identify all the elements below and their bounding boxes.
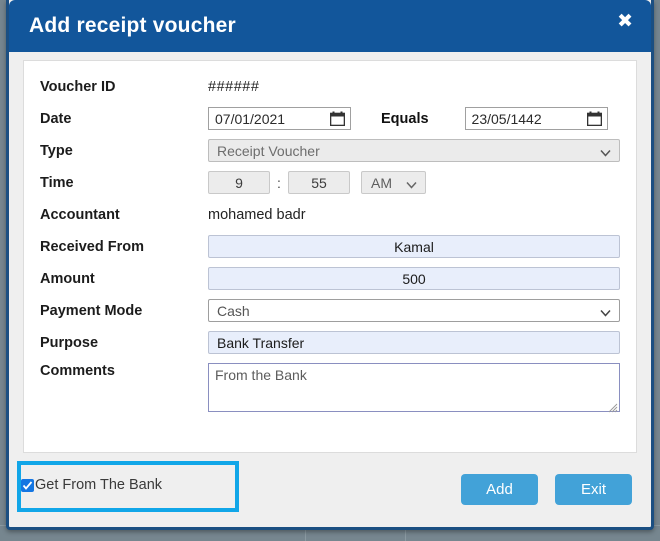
time-minute-input[interactable]: 55 <box>288 171 350 194</box>
payment-mode-value: Cash <box>217 302 250 319</box>
type-label: Type <box>40 142 73 159</box>
calendar-icon[interactable] <box>329 111 346 127</box>
type-select[interactable]: Receipt Voucher <box>208 139 620 162</box>
date-input-value: 07/01/2021 <box>215 110 286 127</box>
add-button[interactable]: Add <box>461 474 538 505</box>
type-select-value: Receipt Voucher <box>217 142 320 159</box>
comments-label: Comments <box>40 363 115 379</box>
payment-mode-label: Payment Mode <box>40 302 143 319</box>
date-input[interactable]: 07/01/2021 <box>208 107 351 130</box>
get-from-the-bank-label: Get From The Bank <box>35 477 163 493</box>
dialog-titlebar: Add receipt voucher ✖ <box>9 0 651 52</box>
received-from-label: Received From <box>40 238 144 255</box>
amount-label: Amount <box>40 270 95 287</box>
equals-label: Equals <box>381 110 429 127</box>
accountant-label: Accountant <box>40 206 120 223</box>
purpose-label: Purpose <box>40 334 99 351</box>
chevron-down-icon <box>600 305 611 317</box>
row-amount: Amount 500 <box>40 267 620 290</box>
comments-textarea[interactable]: From the Bank <box>208 363 620 413</box>
row-time: Time 9 : 55 AM <box>40 171 620 194</box>
exit-button[interactable]: Exit <box>555 474 632 505</box>
purpose-input[interactable]: Bank Transfer <box>208 331 620 354</box>
close-icon[interactable]: ✖ <box>617 12 633 31</box>
voucher-id-value: ###### <box>208 78 260 95</box>
row-payment-mode: Payment Mode Cash <box>40 299 620 322</box>
accountant-value: mohamed badr <box>208 206 306 223</box>
get-from-the-bank-checkbox-group[interactable]: Get From The Bank <box>21 477 162 493</box>
dialog-body: Voucher ID ###### Date 07/01/2021 Equals… <box>9 52 651 453</box>
row-date: Date 07/01/2021 Equals 23/05/1442 <box>40 107 620 130</box>
payment-mode-select[interactable]: Cash <box>208 299 620 322</box>
meridiem-select[interactable]: AM <box>361 171 426 194</box>
calendar-icon[interactable] <box>586 111 602 127</box>
row-voucher-id: Voucher ID ###### <box>40 75 620 98</box>
date-label: Date <box>40 110 72 127</box>
dialog-title: Add receipt voucher <box>29 14 236 37</box>
chevron-down-icon <box>600 145 611 157</box>
get-from-the-bank-checkbox[interactable] <box>21 478 34 492</box>
row-accountant: Accountant mohamed badr <box>40 203 620 226</box>
resize-handle[interactable] <box>608 400 618 413</box>
meridiem-value: AM <box>371 174 392 191</box>
dialog-footer: Get From The Bank Add Exit <box>9 453 651 529</box>
chevron-down-icon <box>406 177 417 189</box>
comments-value: From the Bank <box>215 367 307 383</box>
footer-buttons: Add Exit <box>461 474 632 505</box>
row-received-from: Received From Kamal <box>40 235 620 258</box>
row-type: Type Receipt Voucher <box>40 139 620 162</box>
row-purpose: Purpose Bank Transfer <box>40 331 620 354</box>
hijri-date-input[interactable]: 23/05/1442 <box>464 107 608 130</box>
add-receipt-voucher-dialog: Add receipt voucher ✖ Voucher ID ###### … <box>6 0 654 530</box>
form-panel: Voucher ID ###### Date 07/01/2021 Equals… <box>23 60 637 453</box>
hijri-date-value: 23/05/1442 <box>471 110 542 127</box>
time-separator: : <box>277 174 281 191</box>
received-from-input[interactable]: Kamal <box>208 235 620 258</box>
row-comments: Comments From the Bank <box>40 363 620 413</box>
amount-input[interactable]: 500 <box>208 267 620 290</box>
voucher-id-label: Voucher ID <box>40 78 116 95</box>
time-label: Time <box>40 174 74 191</box>
time-hour-input[interactable]: 9 <box>208 171 270 194</box>
